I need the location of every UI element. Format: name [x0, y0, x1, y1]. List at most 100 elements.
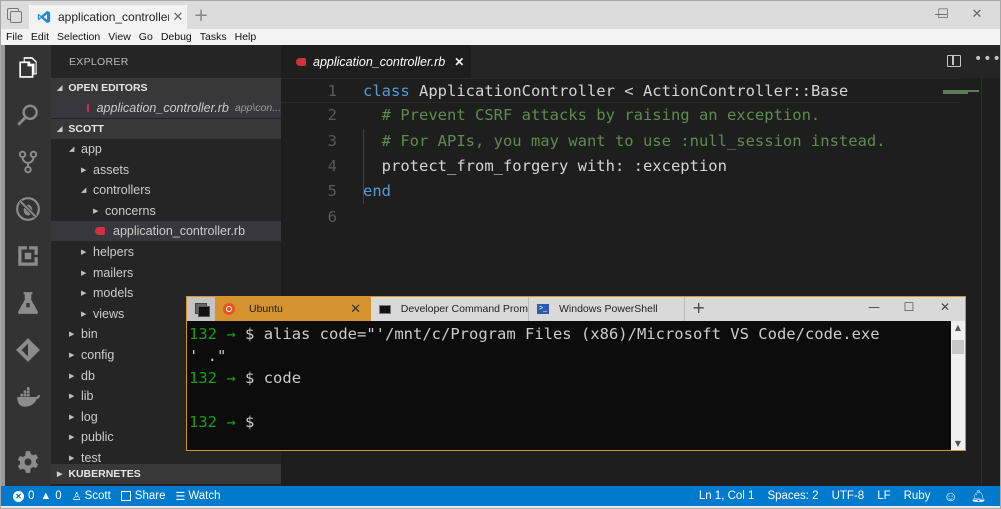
debug-icon[interactable] [13, 194, 43, 224]
chevron-down-icon: ◢ [57, 85, 63, 92]
terminal-tab-ubuntu[interactable]: Ubuntu ✕ [215, 297, 371, 321]
terminal-scrollbar[interactable]: ▲ ▼ [951, 321, 965, 450]
menu-edit[interactable]: Edit [31, 31, 49, 43]
open-editor-item[interactable]: application_controller.rb app\con... [51, 98, 281, 118]
live-share-user[interactable]: ♙ Scott [72, 490, 111, 503]
menu-selection[interactable]: Selection [57, 31, 100, 43]
terminal-line: 132 → $ [189, 411, 254, 433]
code-text: class ApplicationController < ActionCont… [363, 79, 848, 104]
kubernetes-label: KUBERNETES [68, 468, 141, 480]
tree-folder[interactable]: ▶ assets [51, 160, 281, 180]
scroll-up-icon[interactable]: ▲ [951, 323, 965, 332]
terminal-line: ' ." [189, 345, 226, 367]
terminal-maximize-button[interactable]: ☐ [899, 300, 919, 314]
tree-folder[interactable]: ▶ concerns [51, 201, 281, 221]
tree-item-label: log [81, 409, 98, 424]
error-count: 0 [28, 490, 35, 502]
files-icon[interactable] [13, 53, 43, 83]
search-icon[interactable] [13, 100, 43, 130]
settings-gear-icon[interactable] [13, 447, 43, 477]
terminal-tab-developer-command-prompt[interactable]: Developer Command Prom [371, 297, 529, 321]
test-flask-icon[interactable] [13, 288, 43, 318]
scroll-thumb[interactable] [952, 340, 964, 354]
prompt-arrow-icon: → [226, 413, 236, 431]
encoding-setting[interactable]: UTF-8 [832, 490, 865, 502]
new-terminal-tab-button[interactable]: + [692, 298, 705, 317]
chevron-right-icon: ▶ [81, 269, 87, 277]
tree-item-label: models [93, 286, 134, 301]
ubuntu-icon [223, 303, 235, 315]
code-text: # For APIs, you may want to use :null_se… [363, 129, 886, 154]
open-editors-header[interactable]: ◢ OPEN EDITORS [51, 78, 281, 98]
code-text: protect_from_forgery with: :exception [363, 154, 727, 179]
terminal-system-icon[interactable] [187, 297, 215, 321]
open-editor-path: app\con... [234, 102, 281, 114]
terminal-tab-powershell[interactable]: >_ Windows PowerShell [529, 297, 685, 321]
code-token: # Prevent CSRF attacks by raising an exc… [363, 106, 821, 125]
tree-folder[interactable]: ▶ mailers [51, 263, 281, 283]
tree-item-label: config [81, 348, 115, 362]
menu-view[interactable]: View [108, 31, 131, 43]
new-tab-button[interactable]: + [191, 6, 211, 26]
split-editor-icon[interactable] [947, 55, 961, 67]
line-number: 4 [327, 156, 337, 175]
window-tab[interactable]: application_controller.r ✕ [29, 5, 187, 29]
scroll-down-icon[interactable]: ▼ [951, 439, 965, 448]
chevron-right-icon: ▶ [69, 413, 75, 421]
editor-scrollbar[interactable] [981, 78, 982, 486]
tree-folder[interactable]: ◢ controllers [51, 180, 281, 200]
source-control-icon[interactable] [13, 147, 43, 177]
maximize-button[interactable]: ☐ [928, 5, 958, 25]
terminal-tab-label: Ubuntu [249, 303, 283, 315]
close-tab-icon[interactable]: ✕ [169, 10, 187, 25]
code-line: 2 # Prevent CSRF attacks by raising an e… [281, 103, 961, 128]
notifications-bell-icon[interactable]: 🔔︎ [971, 489, 986, 503]
menu-file[interactable]: File [6, 31, 23, 43]
tree-item-label: app [81, 142, 102, 156]
language-mode[interactable]: Ruby [904, 490, 931, 502]
close-icon[interactable]: ✕ [350, 301, 361, 317]
more-actions-icon[interactable]: ••• [974, 51, 1000, 67]
terminal-output[interactable]: 132 → $ alias code="'/mnt/c/Program File… [187, 321, 951, 451]
ruby-file-icon [87, 104, 89, 112]
gitlens-icon[interactable] [13, 335, 43, 365]
folder-header-scott[interactable]: ◢ SCOTT [51, 119, 281, 139]
tree-folder[interactable]: ▶ helpers [51, 242, 281, 262]
eol-setting[interactable]: LF [877, 490, 890, 502]
chevron-right-icon: ▶ [69, 372, 75, 380]
chevron-right-icon: ▶ [81, 249, 87, 256]
menu-help[interactable]: Help [235, 31, 257, 43]
indentation-setting[interactable]: Spaces: 2 [767, 490, 818, 502]
problems-status[interactable]: ✕ 0 ▲ 0 [13, 490, 62, 502]
tree-item-label: lib [81, 389, 94, 404]
cursor-position[interactable]: Ln 1, Col 1 [699, 490, 755, 502]
chevron-right-icon: ▶ [81, 166, 87, 174]
kubernetes-header[interactable]: ▶ KUBERNETES [51, 464, 281, 484]
menu-debug[interactable]: Debug [161, 31, 192, 43]
feedback-smiley-icon[interactable]: ☺ [943, 488, 957, 504]
terminal-minimize-button[interactable]: — [864, 300, 884, 314]
command-text: $ alias code="'/mnt/c/Program Files (x86… [245, 325, 880, 343]
minimap[interactable] [943, 90, 979, 96]
terminal-close-button[interactable]: ✕ [935, 300, 955, 314]
extensions-icon[interactable] [13, 241, 43, 271]
chevron-right-icon: ▶ [69, 455, 75, 462]
docker-icon[interactable] [13, 382, 43, 412]
command-text: $ code [245, 369, 302, 387]
chevron-right-icon: ▶ [81, 290, 87, 298]
tree-file[interactable]: application_controller.rb [51, 221, 281, 242]
command-continuation: ' ." [189, 347, 227, 365]
share-button[interactable]: Share [120, 490, 165, 502]
close-window-button[interactable]: ✕ [962, 5, 992, 25]
menu-go[interactable]: Go [139, 31, 153, 43]
editor-tab-application-controller[interactable]: application_controller.rb ✕ [281, 45, 471, 78]
watch-list-icon: ☰ [175, 490, 186, 503]
tree-folder[interactable]: ◢ app [51, 139, 281, 159]
watch-button[interactable]: ☰ Watch [175, 490, 220, 503]
close-icon[interactable]: ✕ [454, 55, 464, 69]
menu-bar: File Edit Selection View Go Debug Tasks … [1, 29, 1000, 45]
open-editors-label: OPEN EDITORS [68, 82, 148, 94]
tree-item-label: bin [81, 327, 98, 342]
task-view-icon[interactable] [7, 8, 22, 23]
menu-tasks[interactable]: Tasks [200, 31, 227, 43]
